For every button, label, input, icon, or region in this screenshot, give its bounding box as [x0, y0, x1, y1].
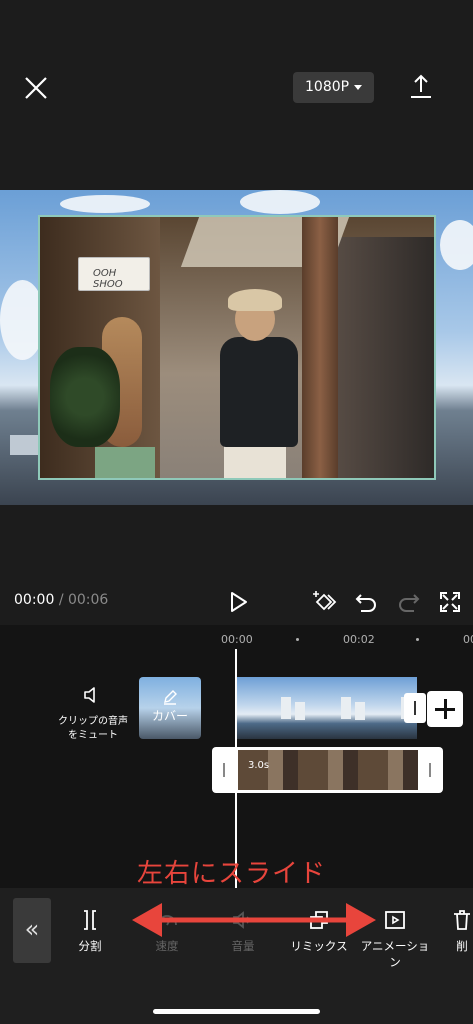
caret-down-icon	[354, 85, 362, 90]
add-clip-button[interactable]	[427, 691, 463, 727]
overlay-frames: 3.0s	[238, 750, 418, 790]
time-display: 00:00 / 00:06	[14, 592, 109, 608]
trim-handle-right[interactable]	[429, 763, 431, 777]
mute-label: クリップの音声をミュート	[58, 716, 128, 741]
main-video-track[interactable]	[237, 677, 417, 739]
export-icon[interactable]	[406, 72, 436, 102]
overlay-clip[interactable]: OOH SHOO	[38, 215, 436, 480]
close-icon[interactable]	[20, 72, 52, 104]
delete-icon	[454, 910, 470, 930]
speaker-icon	[84, 687, 95, 703]
back-button[interactable]: «	[13, 898, 51, 963]
undo-icon[interactable]	[353, 589, 379, 615]
resolution-label: 1080P	[305, 79, 350, 95]
trim-handle-left[interactable]	[223, 763, 225, 777]
keyframe-icon[interactable]	[311, 589, 337, 615]
play-icon[interactable]	[225, 589, 251, 615]
current-time: 00:00	[14, 592, 55, 608]
edit-icon	[164, 690, 177, 705]
ruler-label: 00:02	[343, 633, 375, 646]
animation-icon	[385, 911, 405, 929]
redo-icon[interactable]	[396, 589, 422, 615]
mute-clip-button[interactable]: クリップの音声をミュート	[58, 685, 128, 743]
double-arrow-icon	[132, 903, 376, 937]
split-icon	[84, 910, 96, 930]
clip-duration: 3.0s	[248, 760, 270, 771]
cover-button[interactable]: カバー	[139, 677, 201, 739]
video-preview[interactable]: OOH SHOO	[0, 190, 473, 505]
overlay-track-selected[interactable]: 3.0s	[212, 747, 443, 793]
tool-split[interactable]: 分割	[50, 908, 130, 954]
ruler-label: 00:00	[221, 633, 253, 646]
total-time: 00:06	[67, 592, 109, 608]
playback-bar: 00:00 / 00:06	[0, 505, 473, 625]
tool-delete[interactable]: 削	[432, 908, 473, 954]
top-bar: 1080P	[0, 0, 473, 190]
slide-annotation: 左右にスライド	[137, 859, 327, 889]
home-indicator	[153, 1009, 320, 1014]
resolution-dropdown[interactable]: 1080P	[293, 72, 374, 103]
trim-handle[interactable]	[404, 693, 426, 723]
fullscreen-icon[interactable]	[437, 589, 463, 615]
cover-label: カバー	[151, 709, 188, 723]
ruler-label: 00	[463, 633, 473, 646]
